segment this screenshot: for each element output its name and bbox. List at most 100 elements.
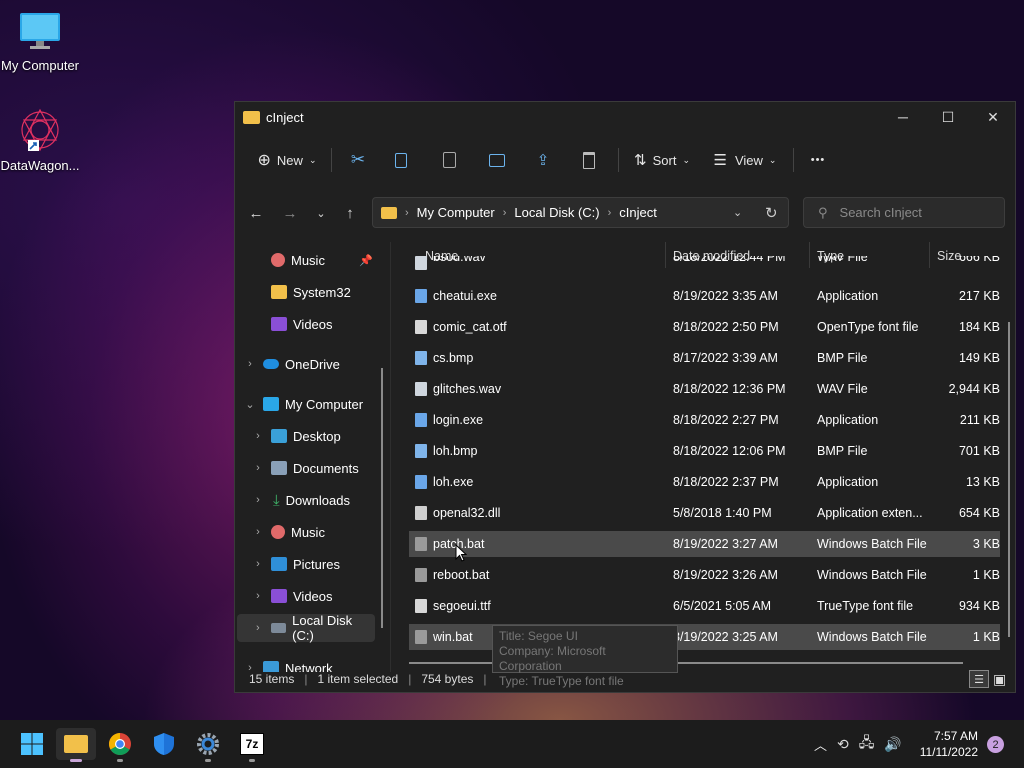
file-size: 666 KB (958, 256, 1000, 264)
cut-button[interactable]: ✂ (338, 144, 378, 176)
file-row[interactable]: reboot.bat 8/19/2022 3:26 AM Windows Batch… (409, 562, 1000, 588)
file-row[interactable]: bsod.wav 8/18/2022 12:44 PM WAV File 666 KB (409, 256, 1000, 270)
file-row[interactable]: patch.bat 8/19/2022 3:27 AM Windows Batch … (409, 531, 1000, 557)
nav-item-onedrive[interactable]: › OneDrive (243, 350, 381, 378)
nav-pane-divider[interactable] (390, 242, 391, 672)
taskbar-file-explorer[interactable] (56, 728, 96, 762)
breadcrumb-cinject[interactable]: cInject (619, 205, 657, 220)
breadcrumb-my-computer[interactable]: My Computer (417, 205, 495, 220)
taskbar-settings[interactable] (188, 728, 228, 762)
file-size: 3 KB (972, 537, 1000, 551)
file-bat-icon (415, 568, 427, 582)
taskbar-security[interactable] (144, 728, 184, 760)
file-row[interactable]: comic_cat.otf 8/18/2022 2:50 PM OpenType f… (409, 314, 1000, 340)
nav-item-documents[interactable]: › Documents (251, 454, 381, 482)
notification-badge[interactable]: 2 (987, 736, 1004, 753)
chevron-right-icon: › (255, 622, 260, 634)
file-name: comic_cat.otf (433, 320, 507, 334)
new-button[interactable]: ⊕ New ⌄ (249, 144, 325, 176)
more-options-button[interactable]: ••• (800, 144, 836, 176)
vertical-scrollbar[interactable] (1008, 322, 1010, 637)
nav-item-downloads[interactable]: › ⤓ Downloads (251, 486, 381, 514)
breadcrumb-separator-icon: › (502, 206, 507, 219)
breadcrumb-local-disk[interactable]: Local Disk (C:) (514, 205, 599, 220)
address-history-button[interactable]: ⌄ (733, 206, 742, 219)
nav-item-music[interactable]: › Music (251, 518, 381, 546)
address-bar[interactable]: › My Computer › Local Disk (C:) › cInjec… (372, 197, 789, 228)
start-button[interactable] (12, 728, 52, 760)
nav-item-label: Videos (293, 588, 333, 604)
file-row[interactable]: loh.bmp 8/18/2022 12:06 PM BMP File 701 KB (409, 438, 1000, 464)
file-row[interactable]: login.exe 8/18/2022 2:27 PM Application 211… (409, 407, 1000, 433)
plus-circle-icon: ⊕ (257, 152, 271, 169)
minimize-button[interactable]: ─ (880, 102, 926, 132)
nav-item-my-computer[interactable]: ⌄ My Computer (243, 390, 381, 418)
chrome-icon (109, 733, 131, 755)
taskbar-7zip[interactable]: 7z (232, 728, 272, 762)
file-name: login.exe (433, 413, 484, 427)
nav-item-music-pinned[interactable]: Music 📌 (271, 246, 381, 274)
file-row[interactable]: segoeui.ttf 6/5/2021 5:05 AM TrueType font… (409, 593, 1000, 619)
file-type: Windows Batch File (817, 630, 927, 644)
chevron-down-icon: ⌄ (682, 154, 690, 165)
nav-pane-scrollbar[interactable] (381, 368, 383, 628)
paste-button[interactable] (424, 144, 474, 176)
refresh-icon[interactable]: ↻ (765, 204, 778, 222)
chevron-right-icon: › (256, 558, 260, 570)
network-icon[interactable]: 🖧 (859, 732, 875, 756)
thumbnail-view-toggle[interactable]: ▣ (993, 671, 1006, 688)
recent-locations-button[interactable]: ⌄ (309, 201, 333, 225)
file-size: 2,944 KB (948, 382, 1000, 396)
copy-button[interactable] (378, 144, 424, 176)
nav-item-system32[interactable]: System32 (271, 278, 381, 306)
clock[interactable]: 7:57 AM 11/11/2022 (910, 728, 978, 760)
search-input[interactable]: Search cInject (840, 205, 922, 220)
status-divider: | (483, 672, 487, 686)
file-row[interactable]: glitches.wav 8/18/2022 12:36 PM WAV File 2,… (409, 376, 1000, 402)
computer-icon (263, 397, 279, 411)
view-button[interactable]: ☰ View ⌄ (703, 144, 787, 176)
file-size: 701 KB (958, 444, 1000, 458)
file-name: patch.bat (433, 537, 485, 551)
status-bar: 15 items | 1 item selected | 754 bytes |… (235, 666, 1015, 692)
nav-item-label: Music (291, 252, 325, 268)
delete-button[interactable] (566, 144, 612, 176)
details-view-toggle[interactable]: ☰ (969, 670, 989, 688)
nav-item-pictures[interactable]: › Pictures (251, 550, 381, 578)
nav-item-desktop[interactable]: › Desktop (251, 422, 381, 450)
nav-item-label: System32 (293, 284, 351, 300)
up-button[interactable]: ↑ (338, 201, 362, 225)
file-date-modified: 8/19/2022 3:35 AM (673, 289, 778, 303)
file-row[interactable]: loh.exe 8/18/2022 2:37 PM Application 13 KB (409, 469, 1000, 495)
sort-button[interactable]: ⇅ Sort ⌄ (625, 144, 699, 176)
file-date-modified: 8/17/2022 3:39 AM (673, 351, 778, 365)
file-row[interactable]: openal32.dll 5/8/2018 1:40 PM Application … (409, 500, 1000, 526)
file-type: WAV File (817, 256, 868, 264)
taskbar-chrome[interactable] (100, 728, 140, 762)
file-name: segoeui.ttf (433, 599, 491, 613)
rename-button[interactable] (474, 144, 520, 176)
desktop-icon-my-computer[interactable]: My Computer (0, 10, 80, 73)
file-row[interactable]: cs.bmp 8/17/2022 3:39 AM BMP File 149 KB (409, 345, 1000, 371)
nav-item-videos-pinned[interactable]: Videos (271, 310, 381, 338)
file-row[interactable]: cheatui.exe 8/19/2022 3:35 AM Application 2… (409, 283, 1000, 309)
file-otf-icon (415, 320, 427, 334)
desktop-icon-datawagon[interactable]: DataWagon... (0, 106, 80, 173)
chevron-up-icon[interactable]: ︿ (814, 735, 827, 754)
file-size: 13 KB (965, 475, 1000, 489)
nav-item-local-disk[interactable]: › Local Disk (C:) (237, 613, 375, 643)
search-box[interactable]: ⚲ Search cInject (803, 197, 1005, 228)
documents-icon (271, 461, 287, 475)
volume-icon[interactable]: 🔊 (884, 736, 901, 753)
file-bat-icon (415, 630, 427, 644)
back-button[interactable]: ← (244, 201, 268, 225)
maximize-button[interactable]: ☐ (925, 102, 971, 132)
close-button[interactable]: ✕ (970, 102, 1016, 132)
sync-icon[interactable]: ⟲ (837, 736, 849, 753)
clipboard-icon (442, 152, 456, 168)
nav-item-videos[interactable]: › Videos (251, 582, 381, 610)
forward-button[interactable]: → (278, 201, 302, 225)
mouse-cursor (455, 543, 468, 567)
copy-icon (395, 152, 407, 168)
share-button[interactable]: ⇪ (520, 144, 566, 176)
